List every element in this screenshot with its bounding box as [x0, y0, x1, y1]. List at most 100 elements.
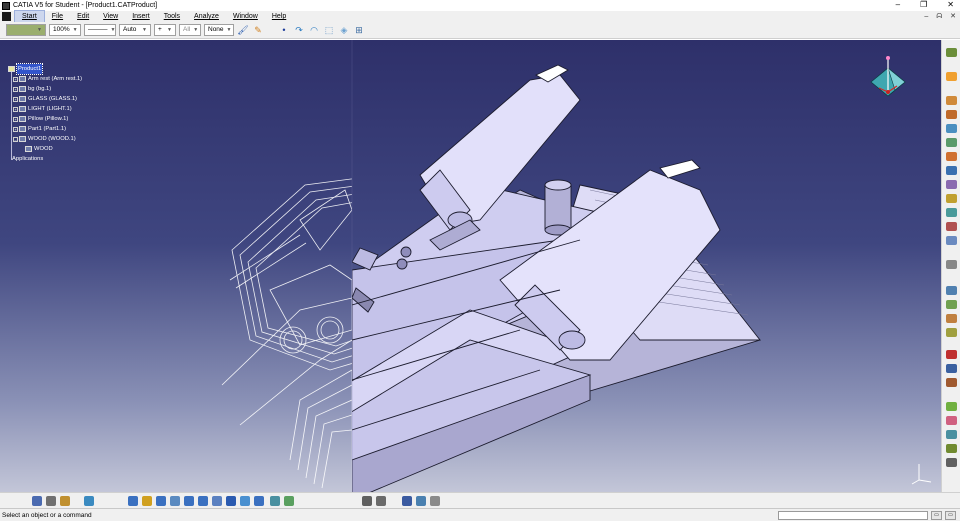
- arc-icon[interactable]: ◠: [308, 24, 320, 36]
- command-list-button[interactable]: ▭: [931, 511, 942, 520]
- tree-node[interactable]: – WOOD (WOOD.1): [8, 134, 82, 144]
- doc-close-button[interactable]: ✕: [950, 11, 956, 22]
- catalog-icon[interactable]: [946, 166, 957, 175]
- tree-node[interactable]: + Part1 (Part1.1): [8, 124, 82, 134]
- iso-view-icon[interactable]: [226, 496, 236, 506]
- layer-dropdown[interactable]: None ▼: [204, 24, 234, 36]
- tree-node-child[interactable]: WOOD: [8, 144, 82, 154]
- surface-icon[interactable]: ⬚: [323, 24, 335, 36]
- expand-icon[interactable]: +: [13, 76, 18, 82]
- line-type-dropdown[interactable]: ——— ▼: [84, 24, 116, 36]
- text-icon[interactable]: [946, 458, 957, 467]
- curve-icon[interactable]: ↷: [293, 24, 305, 36]
- analysis-icon[interactable]: [946, 152, 957, 161]
- update-icon[interactable]: [946, 350, 957, 359]
- comment-icon[interactable]: [376, 496, 386, 506]
- document-icon[interactable]: [2, 12, 11, 21]
- assembly-icon[interactable]: [946, 96, 957, 105]
- thickness-dropdown[interactable]: Auto ▼: [119, 24, 151, 36]
- doc-restore-button[interactable]: ᗣ: [936, 11, 942, 22]
- doc-minimize-button[interactable]: –: [924, 11, 928, 22]
- painter-icon[interactable]: 🖌: [237, 24, 249, 36]
- tree-node[interactable]: + GLASS (GLASS.1): [8, 94, 82, 104]
- shading-icon[interactable]: [240, 496, 250, 506]
- menu-window[interactable]: Window: [226, 11, 265, 22]
- sketcher-icon[interactable]: [946, 48, 957, 57]
- tree-node[interactable]: + bg (bg.1): [8, 84, 82, 94]
- fit-all-icon[interactable]: [142, 496, 152, 506]
- space-analysis-icon[interactable]: [946, 378, 957, 387]
- view-mode-icon[interactable]: [284, 496, 294, 506]
- menu-tools[interactable]: Tools: [157, 11, 187, 22]
- point-icon[interactable]: •: [278, 24, 290, 36]
- rotate-icon[interactable]: [170, 496, 180, 506]
- measure-item-icon[interactable]: ⊞: [353, 24, 365, 36]
- formula-icon[interactable]: [362, 496, 372, 506]
- contact-icon[interactable]: [946, 300, 957, 309]
- command-clear-button[interactable]: ▭: [945, 511, 956, 520]
- assembly-model[interactable]: [0, 40, 941, 492]
- constraint-icon[interactable]: [946, 110, 957, 119]
- save-icon[interactable]: [32, 496, 42, 506]
- 3d-viewer[interactable]: Product1 + Arm rest (Arm rest.1) + bg (b…: [0, 40, 941, 492]
- clash-icon[interactable]: [946, 222, 957, 231]
- normal-view-icon[interactable]: [212, 496, 222, 506]
- expand-icon[interactable]: +: [13, 86, 18, 92]
- menu-view[interactable]: View: [96, 11, 125, 22]
- transparency-dropdown[interactable]: 100% ▼: [49, 24, 81, 36]
- move-icon[interactable]: [946, 124, 957, 133]
- explode-icon[interactable]: [946, 138, 957, 147]
- expand-icon[interactable]: +: [13, 96, 18, 102]
- table-icon[interactable]: [402, 496, 412, 506]
- publish-icon[interactable]: [946, 416, 957, 425]
- menu-analyze[interactable]: Analyze: [187, 11, 226, 22]
- weld-icon[interactable]: [946, 402, 957, 411]
- bottle-icon[interactable]: [60, 496, 70, 506]
- expand-icon[interactable]: +: [13, 126, 18, 132]
- minimize-button[interactable]: –: [896, 0, 900, 10]
- collapse-icon[interactable]: –: [13, 136, 18, 142]
- sphere-icon[interactable]: [946, 236, 957, 245]
- print-icon[interactable]: [46, 496, 56, 506]
- format-painter-icon[interactable]: ✎: [252, 24, 264, 36]
- tree-node-root[interactable]: Product1: [8, 63, 82, 75]
- expand-icon[interactable]: +: [13, 116, 18, 122]
- tag-icon[interactable]: [84, 496, 94, 506]
- fill-color-dropdown[interactable]: ▼: [6, 24, 46, 36]
- point-symbol-dropdown[interactable]: + ▼: [154, 24, 176, 36]
- tree-node[interactable]: + Arm rest (Arm rest.1): [8, 74, 82, 84]
- apply-material-icon[interactable]: [416, 496, 426, 506]
- knowledge-icon[interactable]: [430, 496, 440, 506]
- tree-node[interactable]: + LIGHT (LIGHT.1): [8, 104, 82, 114]
- expand-icon[interactable]: +: [13, 106, 18, 112]
- menu-insert[interactable]: Insert: [125, 11, 157, 22]
- snap-icon[interactable]: [946, 208, 957, 217]
- tree-node[interactable]: + Pillow (Pillow.1): [8, 114, 82, 124]
- pan-icon[interactable]: [156, 496, 166, 506]
- close-button[interactable]: ✕: [947, 0, 954, 10]
- tree-node-applications[interactable]: Applications: [8, 154, 82, 164]
- angle-icon[interactable]: [946, 328, 957, 337]
- annotation-icon[interactable]: [946, 430, 957, 439]
- select-arrow-icon[interactable]: [946, 72, 957, 81]
- menu-help[interactable]: Help: [265, 11, 293, 22]
- section-icon[interactable]: [946, 194, 957, 203]
- compass-icon[interactable]: [863, 52, 913, 112]
- hide-show-icon[interactable]: [254, 496, 264, 506]
- zoom-out-icon[interactable]: [198, 496, 208, 506]
- scene-icon[interactable]: [946, 364, 957, 373]
- dimension-icon[interactable]: [946, 444, 957, 453]
- menu-file[interactable]: File: [45, 11, 70, 22]
- maximize-button[interactable]: ❐: [920, 0, 927, 10]
- render-icon[interactable]: [946, 260, 957, 269]
- measure-icon[interactable]: [946, 180, 957, 189]
- offset-icon[interactable]: [946, 314, 957, 323]
- menu-edit[interactable]: Edit: [70, 11, 96, 22]
- constraint-fix-icon[interactable]: [946, 286, 957, 295]
- fly-icon[interactable]: [128, 496, 138, 506]
- layer-filter-dropdown[interactable]: All ▼: [179, 24, 201, 36]
- zoom-in-icon[interactable]: [184, 496, 194, 506]
- command-input[interactable]: [778, 511, 928, 520]
- swap-space-icon[interactable]: [270, 496, 280, 506]
- solid-icon[interactable]: ◈: [338, 24, 350, 36]
